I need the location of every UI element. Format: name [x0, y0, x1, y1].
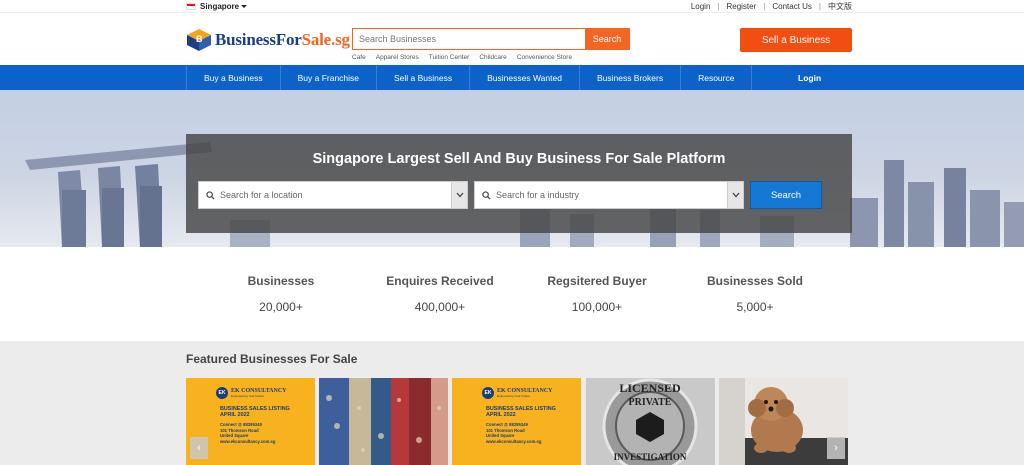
listing-card[interactable]: LICENSED PRIVATE INVESTIGATION — [586, 378, 715, 465]
chevron-left-icon: ‹ — [197, 442, 201, 454]
region-label: Singapore — [200, 1, 240, 11]
quick-link-tuition-center[interactable]: Tuition Center — [429, 54, 470, 61]
nav-businesses-wanted[interactable]: Businesses Wanted — [470, 65, 580, 90]
listing-heading: BUSINESS SALES LISTING APRIL 2022 — [486, 406, 556, 418]
svg-text:PRIVATE: PRIVATE — [629, 397, 672, 408]
hero-title: Singapore Largest Sell And Buy Business … — [312, 151, 726, 167]
quick-link-convenience-store[interactable]: Convenience Store — [517, 54, 572, 61]
contact-us-link[interactable]: Contact Us — [772, 2, 812, 11]
search-icon — [202, 190, 218, 200]
ek-consultancy-logo: EK EK CONSULTANCY Empowering Your Future — [482, 387, 553, 399]
quick-link-cafe[interactable]: Cafe — [352, 54, 366, 61]
stat-businesses-sold: Businesses Sold 5,000+ — [665, 274, 845, 314]
stat-enquires-received: Enquires Received 400,000+ — [350, 274, 530, 314]
region-selector[interactable]: Singapore — [186, 0, 248, 12]
nav-sell-a-business[interactable]: Sell a Business — [377, 65, 471, 90]
svg-text:LICENSED: LICENSED — [619, 381, 681, 395]
stat-label: Regsitered Buyer — [547, 274, 647, 288]
site-logo[interactable]: B BusinessForSale.sg — [186, 27, 350, 53]
stat-label: Enquires Received — [386, 274, 494, 288]
stat-value: 100,000+ — [571, 300, 623, 314]
stat-value: 20,000+ — [259, 300, 303, 314]
listing-card[interactable] — [319, 378, 448, 465]
featured-title: Featured Businesses For Sale — [186, 352, 358, 366]
account-links: Login | Register | Contact Us | 中文版 — [690, 1, 852, 12]
header-search: Search — [352, 28, 630, 50]
register-link[interactable]: Register — [726, 2, 756, 11]
stat-value: 400,000+ — [414, 300, 466, 314]
sell-a-business-button[interactable]: Sell a Business — [740, 28, 852, 52]
investigation-badge-image: LICENSED PRIVATE INVESTIGATION — [586, 378, 715, 465]
main-nav: Buy a Business Buy a Franchise Sell a Bu… — [0, 65, 1024, 90]
svg-text:B: B — [196, 34, 203, 44]
hero-search-button[interactable]: Search — [750, 181, 822, 209]
top-bar: Singapore Login | Register | Contact Us … — [0, 0, 1024, 12]
listing-details: Connect @ 88295349 101 Thomson Road Unit… — [486, 422, 542, 444]
nav-resource[interactable]: Resource — [681, 65, 753, 90]
chevron-down-icon[interactable] — [727, 182, 743, 208]
listing-details: Connect @ 88295349 101 Thomson Road Unit… — [220, 422, 276, 444]
logo-cube-icon: B — [187, 29, 211, 51]
hero-banner: Singapore Largest Sell And Buy Business … — [0, 90, 1024, 247]
nav-business-brokers[interactable]: Business Brokers — [580, 65, 682, 90]
carousel-next-button[interactable]: › — [827, 437, 845, 459]
stat-value: 5,000+ — [736, 300, 774, 314]
quick-link-apparel-stores[interactable]: Apparel Stores — [376, 54, 419, 61]
apparel-listing-image — [319, 378, 448, 465]
stat-label: Businesses — [247, 274, 315, 288]
industry-placeholder: Search for a industry — [496, 190, 580, 200]
caret-down-icon — [241, 4, 248, 8]
carousel-prev-button[interactable]: ‹ — [190, 437, 208, 459]
nav-buy-a-business[interactable]: Buy a Business — [186, 65, 281, 90]
listing-heading: BUSINESS SALES LISTING APRIL 2022 — [220, 406, 290, 418]
header-search-button[interactable]: Search — [585, 29, 629, 49]
stat-label: Businesses Sold — [706, 274, 804, 288]
chevron-right-icon: › — [834, 442, 838, 454]
header-search-input[interactable] — [353, 29, 585, 49]
stat-registered-buyer: Regsitered Buyer 100,000+ — [507, 274, 687, 314]
featured-carousel: EK EK CONSULTANCY Empowering Your Future… — [186, 378, 852, 465]
site-header: B BusinessForSale.sg Search Cafe Apparel… — [0, 12, 1024, 64]
listing-card[interactable]: EK EK CONSULTANCY Empowering Your Future… — [452, 378, 581, 465]
location-placeholder: Search for a location — [220, 190, 303, 200]
search-panel: Singapore Largest Sell And Buy Business … — [186, 134, 852, 233]
nav-login[interactable]: Login — [798, 65, 821, 90]
location-select[interactable]: Search for a location — [198, 181, 468, 209]
stats-section: Businesses 20,000+ Enquires Received 400… — [0, 247, 1024, 341]
svg-text:INVESTIGATION: INVESTIGATION — [614, 452, 687, 462]
logo-text: BusinessForSale.sg — [215, 30, 350, 49]
stat-businesses: Businesses 20,000+ — [191, 274, 371, 314]
search-icon — [478, 190, 494, 200]
singapore-flag-icon — [186, 2, 196, 10]
chevron-down-icon[interactable] — [451, 182, 467, 208]
chinese-version-link[interactable]: 中文版 — [828, 1, 852, 12]
login-link[interactable]: Login — [691, 2, 711, 11]
nav-buy-a-franchise[interactable]: Buy a Franchise — [281, 65, 378, 90]
quick-category-links: Cafe Apparel Stores Tuition Center Child… — [352, 54, 582, 61]
industry-select[interactable]: Search for a industry — [474, 181, 744, 209]
quick-link-childcare[interactable]: Childcare — [479, 54, 506, 61]
featured-section: Featured Businesses For Sale EK EK CONSU… — [0, 341, 1024, 465]
ek-consultancy-logo: EK EK CONSULTANCY Empowering Your Future — [216, 387, 287, 399]
